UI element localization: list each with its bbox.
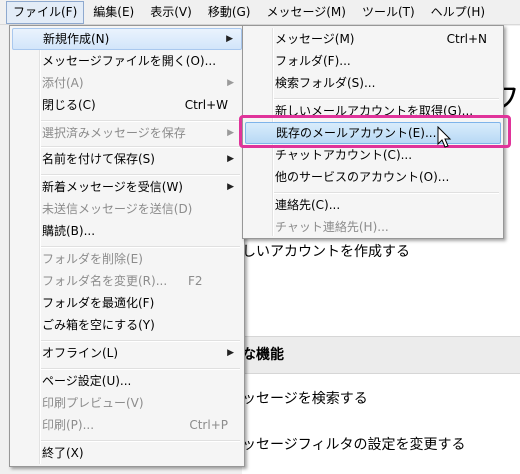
file-menu: 新規作成(N) ▶ メッセージファイルを開く(O)... 添付(A) ▶ 閉じる… (9, 25, 245, 467)
menu-item-save-as[interactable]: 名前を付けて保存(S) ▶ (12, 148, 242, 170)
shortcut-label: Ctrl+W (184, 98, 228, 112)
highlight-annotation (239, 115, 511, 148)
menu-item-label: 印刷プレビュー(V) (42, 396, 144, 410)
menu-message[interactable]: メッセージ(M) (259, 1, 352, 24)
menu-item-label: 新規作成(N) (43, 32, 110, 46)
menu-item-label: メッセージファイルを開く(O)... (42, 54, 217, 68)
submenu-item-message[interactable]: メッセージ(M) Ctrl+N (245, 28, 501, 50)
menu-item-label: チャット連絡先(H)... (275, 220, 389, 234)
menu-item-label: フォルダ名を変更(R)... (42, 274, 168, 288)
menu-item-label: 印刷(P)... (42, 418, 95, 432)
submenu-item-contact[interactable]: 連絡先(C)... (245, 194, 501, 216)
menu-item-label: 終了(X) (42, 446, 84, 460)
menu-item-page-setup[interactable]: ページ設定(U)... (12, 370, 242, 392)
menu-file[interactable]: ファイル(F) (6, 0, 85, 24)
create-account-link[interactable]: しいアカウントを作成する (242, 241, 410, 261)
arrow-right-icon: ▶ (227, 78, 234, 88)
menu-item-label: 連絡先(C)... (275, 198, 341, 212)
menu-item-attachments[interactable]: 添付(A) ▶ (12, 72, 242, 94)
menu-item-label: 新着メッセージを受信(W) (42, 180, 183, 194)
submenu-item-chat-contact[interactable]: チャット連絡先(H)... (245, 216, 501, 238)
menu-item-label: 添付(A) (42, 76, 84, 90)
menu-tools[interactable]: ツール(T) (355, 1, 422, 24)
menu-item-label: フォルダを削除(E) (42, 252, 143, 266)
menu-item-rename-folder[interactable]: フォルダ名を変更(R)... F2 (12, 270, 242, 292)
menu-item-label: オフライン(L) (42, 346, 119, 360)
menu-item-compact-folder[interactable]: フォルダを最適化(F) (12, 292, 242, 314)
menu-item-label: チャットアカウント(C)... (275, 148, 413, 162)
menu-item-label: 閉じる(C) (42, 98, 96, 112)
menu-item-new[interactable]: 新規作成(N) ▶ (12, 28, 242, 50)
menu-item-close[interactable]: 閉じる(C) Ctrl+W (12, 94, 242, 116)
menu-item-label: 名前を付けて保存(S) (42, 152, 155, 166)
menu-item-subscribe[interactable]: 購読(B)... (12, 220, 242, 242)
menu-item-label: フォルダ(F)... (275, 54, 351, 68)
menu-help[interactable]: ヘルプ(H) (424, 1, 492, 24)
message-filters-link[interactable]: ッセージフィルタの設定を変更する (242, 434, 465, 454)
menu-item-save-selected[interactable]: 選択済みメッセージを保存 ▶ (12, 122, 242, 144)
arrow-right-icon: ▶ (227, 348, 234, 358)
submenu-item-saved-search[interactable]: 検索フォルダ(S)... (245, 72, 501, 94)
arrow-right-icon: ▶ (227, 182, 234, 192)
menu-item-print-preview[interactable]: 印刷プレビュー(V) (12, 392, 242, 414)
menu-item-send-unsent[interactable]: 未送信メッセージを送信(D) (12, 198, 242, 220)
menu-item-label: 購読(B)... (42, 224, 96, 238)
menu-item-label: 未送信メッセージを送信(D) (42, 202, 193, 216)
menu-item-label: フォルダを最適化(F) (42, 296, 155, 310)
section-heading: な機能 (242, 347, 284, 363)
arrow-right-icon: ▶ (227, 154, 234, 164)
menu-go[interactable]: 移動(G) (201, 1, 258, 24)
menu-edit[interactable]: 編集(E) (86, 1, 141, 24)
menu-view[interactable]: 表示(V) (143, 1, 199, 24)
menu-item-empty-trash[interactable]: ごみ箱を空にする(Y) (12, 314, 242, 336)
search-messages-link[interactable]: ッセージを検索する (242, 388, 368, 408)
menu-item-delete-folder[interactable]: フォルダを削除(E) (12, 248, 242, 270)
shortcut-label: Ctrl+N (446, 32, 487, 46)
menu-item-label: ページ設定(U)... (42, 374, 132, 388)
submenu-item-folder[interactable]: フォルダ(F)... (245, 50, 501, 72)
menu-item-offline[interactable]: オフライン(L) ▶ (12, 342, 242, 364)
menu-item-exit[interactable]: 終了(X) (12, 442, 242, 464)
menu-item-print[interactable]: 印刷(P)... Ctrl+P (12, 414, 242, 436)
shortcut-label: Ctrl+P (189, 418, 228, 432)
menu-item-label: ごみ箱を空にする(Y) (42, 318, 155, 332)
menu-item-label: メッセージ(M) (275, 32, 355, 46)
submenu-item-other-account[interactable]: 他のサービスのアカウント(O)... (245, 166, 501, 188)
menu-item-label: 検索フォルダ(S)... (275, 76, 376, 90)
mouse-pointer-icon (437, 126, 452, 148)
menu-item-open-message-file[interactable]: メッセージファイルを開く(O)... (12, 50, 242, 72)
arrow-right-icon: ▶ (227, 128, 234, 138)
menu-item-get-messages[interactable]: 新着メッセージを受信(W) ▶ (12, 176, 242, 198)
shortcut-label: F2 (188, 274, 203, 288)
menu-item-label: 他のサービスのアカウント(O)... (275, 170, 450, 184)
arrow-right-icon: ▶ (226, 34, 233, 44)
menu-bar: ファイル(F) 編集(E) 表示(V) 移動(G) メッセージ(M) ツール(T… (0, 0, 520, 25)
menu-item-label: 選択済みメッセージを保存 (42, 126, 186, 140)
